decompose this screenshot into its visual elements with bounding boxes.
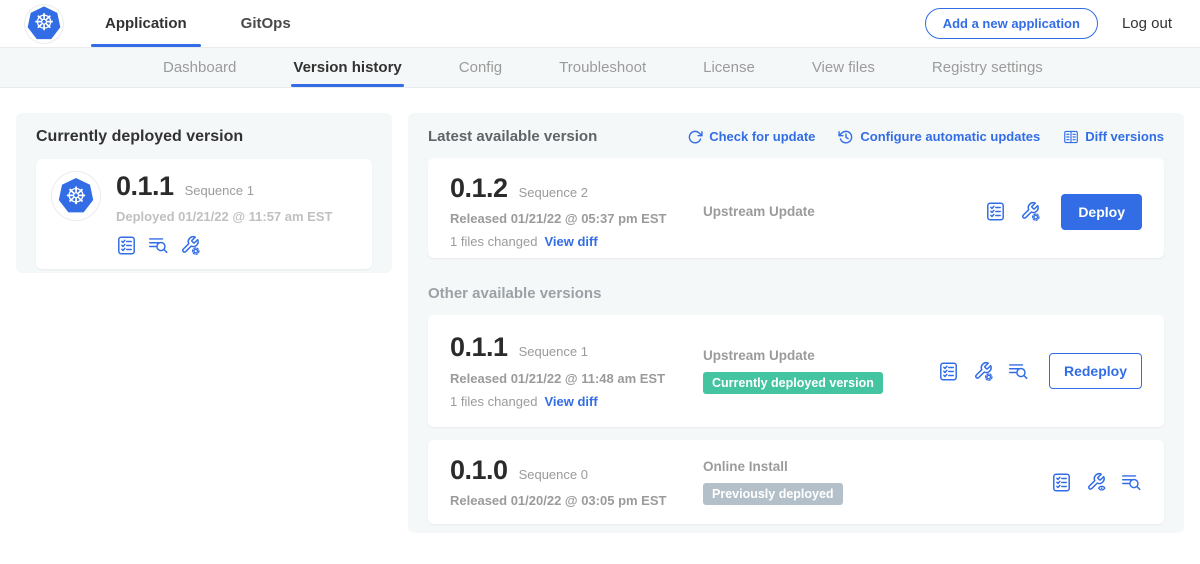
deployed-version-card: ☸ 0.1.1 Sequence 1 Deployed 01/21/22 @ 1… bbox=[36, 159, 372, 269]
kots-admin-console: ☸ Application GitOps Add a new applicati… bbox=[0, 0, 1200, 564]
configure-automatic-updates-link[interactable]: Configure automatic updates bbox=[838, 129, 1040, 145]
config-icon[interactable] bbox=[180, 235, 201, 256]
version-info: 0.1.0 Sequence 0 Released 01/20/22 @ 03:… bbox=[450, 456, 703, 508]
tab-license[interactable]: License bbox=[703, 48, 755, 87]
tab-view-files[interactable]: View files bbox=[812, 48, 875, 87]
version-info: 0.1.2 Sequence 2 Released 01/21/22 @ 05:… bbox=[450, 174, 703, 249]
sequence-label: Sequence 2 bbox=[519, 185, 588, 200]
kubernetes-app-icon: ☸ bbox=[56, 176, 96, 216]
redeploy-button[interactable]: Redeploy bbox=[1049, 353, 1142, 389]
top-bar-right: Add a new application Log out bbox=[925, 8, 1172, 39]
kubernetes-logo: ☸ bbox=[25, 5, 63, 43]
preflight-checks-icon[interactable] bbox=[116, 235, 137, 256]
logout-button[interactable]: Log out bbox=[1122, 15, 1172, 32]
version-controls bbox=[1051, 472, 1142, 493]
latest-version-title: Latest available version bbox=[428, 128, 597, 145]
main-content: Currently deployed version ☸ 0.1.1 Seque… bbox=[0, 88, 1200, 564]
deployed-version-number: 0.1.1 bbox=[116, 172, 174, 200]
deploy-logs-icon[interactable] bbox=[1008, 361, 1029, 382]
released-timestamp: Released 01/21/22 @ 05:37 pm EST bbox=[450, 211, 703, 226]
diff-icon bbox=[1063, 129, 1079, 145]
released-timestamp: Released 01/21/22 @ 11:48 am EST bbox=[450, 371, 703, 386]
version-row-0-1-1: 0.1.1 Sequence 1 Released 01/21/22 @ 11:… bbox=[428, 315, 1164, 427]
files-changed-label: 1 files changed bbox=[450, 234, 537, 249]
diff-versions-label: Diff versions bbox=[1085, 129, 1164, 144]
app-subnav: Dashboard Version history Config Trouble… bbox=[0, 48, 1200, 88]
preflight-checks-icon[interactable] bbox=[985, 201, 1006, 222]
preflight-checks-icon[interactable] bbox=[1051, 472, 1072, 493]
refresh-icon bbox=[687, 129, 703, 145]
check-for-update-link[interactable]: Check for update bbox=[687, 129, 815, 145]
sequence-label: Sequence 1 bbox=[519, 344, 588, 359]
app-logo: ☸ bbox=[52, 172, 100, 220]
deploy-logs-icon[interactable] bbox=[1121, 472, 1142, 493]
tab-application-label: Application bbox=[105, 15, 187, 32]
version-number: 0.1.1 bbox=[450, 333, 508, 361]
tab-config[interactable]: Config bbox=[459, 48, 502, 87]
config-icon[interactable] bbox=[1020, 201, 1041, 222]
kubernetes-logo-icon: ☸ bbox=[25, 5, 63, 43]
latest-version-header: Latest available version Check for updat… bbox=[428, 128, 1164, 145]
version-controls: Deploy bbox=[985, 194, 1142, 230]
version-controls: Redeploy bbox=[938, 353, 1142, 389]
version-source: Online Install Previously deployed bbox=[703, 459, 1051, 505]
version-actions: Check for update Configure automatic upd… bbox=[687, 129, 1164, 145]
tab-dashboard[interactable]: Dashboard bbox=[163, 48, 236, 87]
other-versions-title: Other available versions bbox=[428, 285, 1164, 302]
currently-deployed-badge: Currently deployed version bbox=[703, 372, 883, 394]
source-label: Online Install bbox=[703, 459, 1051, 474]
tab-registry-settings[interactable]: Registry settings bbox=[932, 48, 1043, 87]
version-history-panel: Latest available version Check for updat… bbox=[408, 113, 1184, 533]
config-view-icon[interactable] bbox=[1086, 472, 1107, 493]
check-for-update-label: Check for update bbox=[709, 129, 815, 144]
sequence-label: Sequence 0 bbox=[519, 467, 588, 482]
released-timestamp: Released 01/20/22 @ 03:05 pm EST bbox=[450, 493, 703, 508]
version-number: 0.1.2 bbox=[450, 174, 508, 202]
view-diff-link[interactable]: View diff bbox=[544, 234, 597, 249]
config-icon[interactable] bbox=[973, 361, 994, 382]
files-changed-label: 1 files changed bbox=[450, 394, 537, 409]
version-row-0-1-2: 0.1.2 Sequence 2 Released 01/21/22 @ 05:… bbox=[428, 158, 1164, 258]
tab-gitops[interactable]: GitOps bbox=[227, 0, 305, 47]
top-bar: ☸ Application GitOps Add a new applicati… bbox=[0, 0, 1200, 48]
version-source: Upstream Update bbox=[703, 204, 985, 219]
tab-application[interactable]: Application bbox=[91, 0, 201, 47]
configure-automatic-updates-label: Configure automatic updates bbox=[860, 129, 1040, 144]
currently-deployed-panel: Currently deployed version ☸ 0.1.1 Seque… bbox=[16, 113, 392, 273]
tab-troubleshoot[interactable]: Troubleshoot bbox=[559, 48, 646, 87]
preflight-checks-icon[interactable] bbox=[938, 361, 959, 382]
add-application-button[interactable]: Add a new application bbox=[925, 8, 1098, 39]
version-row-0-1-0: 0.1.0 Sequence 0 Released 01/20/22 @ 03:… bbox=[428, 440, 1164, 524]
app-nav: Application GitOps bbox=[91, 0, 305, 47]
tab-gitops-label: GitOps bbox=[241, 15, 291, 32]
schedule-update-icon bbox=[838, 129, 854, 145]
version-info: 0.1.1 Sequence 1 Released 01/21/22 @ 11:… bbox=[450, 333, 703, 408]
deployed-sequence: Sequence 1 bbox=[185, 183, 254, 198]
previously-deployed-badge: Previously deployed bbox=[703, 483, 843, 505]
deployed-timestamp: Deployed 01/21/22 @ 11:57 am EST bbox=[116, 209, 332, 224]
diff-versions-link[interactable]: Diff versions bbox=[1063, 129, 1164, 145]
version-number: 0.1.0 bbox=[450, 456, 508, 484]
tab-version-history[interactable]: Version history bbox=[293, 48, 401, 87]
deployed-panel-title: Currently deployed version bbox=[36, 128, 372, 146]
view-diff-link[interactable]: View diff bbox=[544, 394, 597, 409]
deployed-version-info: 0.1.1 Sequence 1 Deployed 01/21/22 @ 11:… bbox=[116, 172, 332, 256]
deploy-logs-icon[interactable] bbox=[148, 235, 169, 256]
source-label: Upstream Update bbox=[703, 204, 985, 219]
version-source: Upstream Update Currently deployed versi… bbox=[703, 348, 938, 394]
source-label: Upstream Update bbox=[703, 348, 938, 363]
deploy-button[interactable]: Deploy bbox=[1061, 194, 1142, 230]
